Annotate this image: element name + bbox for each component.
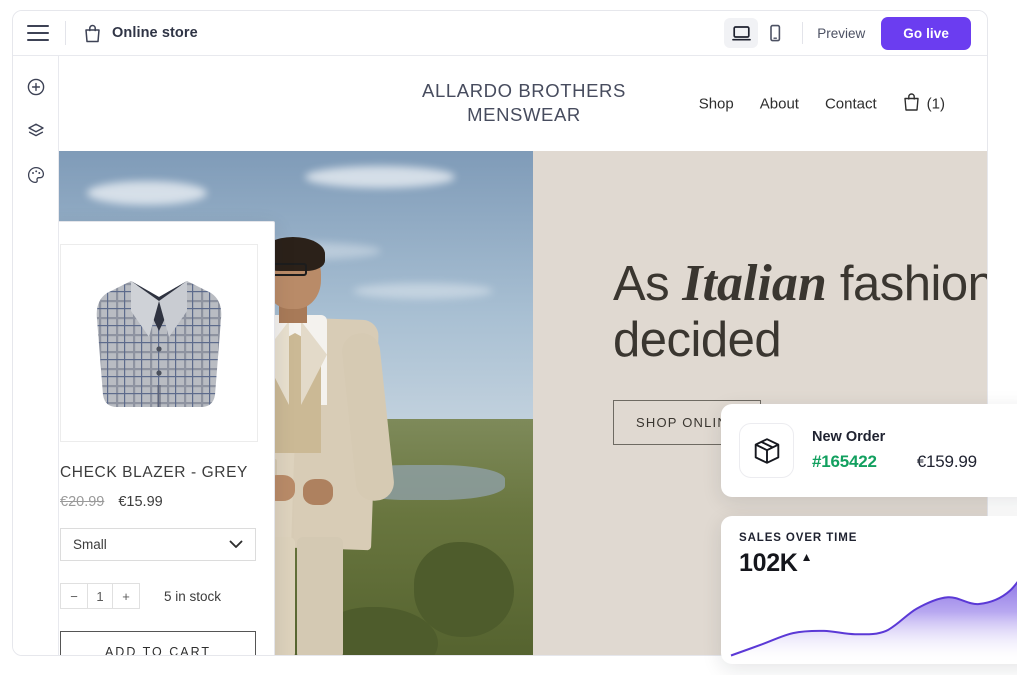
size-select-value: Small bbox=[73, 537, 107, 552]
chart-title: SALES OVER TIME bbox=[739, 532, 858, 544]
cart-button[interactable]: (1) bbox=[903, 92, 945, 115]
headline-script-word: Italian bbox=[682, 255, 827, 312]
add-to-cart-button[interactable]: ADD TO CART bbox=[60, 631, 256, 655]
storefront-nav: Shop About Contact (1) bbox=[699, 92, 945, 115]
stock-label: 5 in stock bbox=[164, 588, 222, 604]
hand-right bbox=[303, 479, 333, 505]
layers-icon[interactable] bbox=[23, 118, 49, 144]
mobile-phone-icon[interactable] bbox=[758, 18, 792, 48]
divider bbox=[802, 22, 804, 44]
topbar-actions: Preview Go live bbox=[724, 16, 987, 50]
desktop-monitor-icon[interactable] bbox=[724, 18, 759, 48]
package-box-icon bbox=[739, 423, 794, 478]
price-original: €20.99 bbox=[60, 494, 105, 510]
cart-count: (1) bbox=[926, 95, 945, 112]
hero-headline: As Italian fashion decided bbox=[613, 255, 987, 368]
store-label: Online store bbox=[112, 25, 198, 41]
order-title: New Order bbox=[812, 429, 886, 445]
quantity-stepper[interactable]: − 1 + bbox=[60, 583, 140, 609]
quantity-decrease-button[interactable]: − bbox=[61, 584, 87, 608]
nav-item-shop[interactable]: Shop bbox=[699, 95, 734, 112]
headline-pre: As bbox=[613, 257, 683, 311]
quantity-row: − 1 + 5 in stock bbox=[60, 583, 256, 609]
palette-icon[interactable] bbox=[23, 162, 49, 188]
sales-area-chart bbox=[730, 581, 1017, 664]
hamburger-bar bbox=[27, 31, 49, 35]
shopping-bag-icon bbox=[903, 92, 920, 115]
sales-over-time-card: SALES OVER TIME 102K ▲ bbox=[721, 516, 1017, 664]
product-image bbox=[60, 244, 258, 442]
chevron-down-icon bbox=[229, 537, 243, 552]
divider bbox=[65, 21, 66, 45]
order-meta: #165422 €159.99 bbox=[812, 452, 977, 472]
go-live-button[interactable]: Go live bbox=[881, 16, 971, 50]
trouser-right bbox=[297, 537, 343, 655]
quantity-increase-button[interactable]: + bbox=[113, 584, 139, 608]
preview-button[interactable]: Preview bbox=[817, 26, 865, 41]
product-card: CHECK BLAZER - GREY €20.99 €15.99 Small … bbox=[59, 221, 275, 655]
hamburger-bar bbox=[27, 25, 49, 28]
shopping-bag-icon bbox=[84, 24, 101, 43]
nav-item-about[interactable]: About bbox=[760, 95, 799, 112]
add-circle-icon[interactable] bbox=[23, 74, 49, 100]
top-bar: Online store Preview Go live bbox=[13, 11, 987, 56]
nav-item-contact[interactable]: Contact bbox=[825, 95, 877, 112]
screenshot-root: Online store Preview Go live ALLARDO BRO… bbox=[0, 0, 1017, 675]
hamburger-menu-icon[interactable] bbox=[27, 25, 49, 41]
new-order-card: New Order #165422 €159.99 bbox=[721, 404, 1017, 497]
hamburger-bar bbox=[27, 38, 49, 41]
left-tool-rail bbox=[13, 56, 59, 655]
price-sale: €15.99 bbox=[118, 494, 163, 510]
product-prices: €20.99 €15.99 bbox=[60, 494, 256, 510]
bush bbox=[414, 541, 515, 637]
order-details: New Order #165422 €159.99 bbox=[812, 429, 977, 472]
size-select[interactable]: Small bbox=[60, 528, 256, 561]
order-amount: €159.99 bbox=[916, 452, 977, 471]
order-number: #165422 bbox=[812, 452, 877, 471]
quantity-value[interactable]: 1 bbox=[87, 584, 113, 608]
storefront-header: ALLARDO BROTHERS MENSWEAR Shop About Con… bbox=[59, 56, 987, 151]
product-title: CHECK BLAZER - GREY bbox=[60, 464, 248, 481]
